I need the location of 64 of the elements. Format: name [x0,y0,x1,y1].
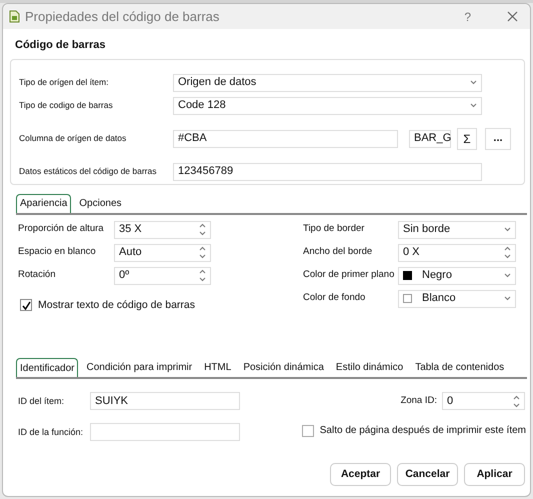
field-label: Color de primer plano [303,268,396,282]
text-field[interactable]: 123456789 [173,162,482,180]
document-icon [9,10,20,23]
tab[interactable]: Identificador [16,358,78,378]
text-field[interactable] [90,423,240,442]
field-label: Tipo de orígen del ítem: [18,76,110,89]
chevron-down-icon [504,273,511,278]
dialog-button[interactable]: Cancelar [397,463,458,486]
color-name: Negro [422,268,452,284]
checkbox[interactable] [302,424,314,437]
tab[interactable]: Condición para imprimir [82,358,196,378]
color-name: Blanco [422,291,456,306]
spin-box[interactable]: 0º [114,266,211,284]
tab[interactable]: HTML [200,358,236,378]
field-label: Color de fondo [303,291,366,306]
check-icon [22,300,30,310]
checkbox-label: Salto de página después de imprimir este ítem [320,424,526,438]
checkbox-label: Mostrar texto de código de barras [38,298,195,312]
more-button[interactable]: ... [485,128,511,150]
field-label: Espacio en blanco [18,245,97,260]
column-dropdown[interactable]: BAR_G [409,130,451,148]
text-field[interactable]: SUIYK [90,392,240,410]
spin-box[interactable]: 35 X [114,220,211,238]
field-label: Zona ID: [400,394,437,408]
checkbox[interactable] [20,299,32,312]
field-label: ID de la función: [18,426,84,438]
tab[interactable]: Tabla de contenidos [411,358,508,378]
close-icon[interactable] [507,11,518,22]
tab[interactable]: Apariencia [16,194,72,212]
spin-box[interactable]: 0 X [398,244,516,262]
help-button[interactable]: ? [464,8,471,26]
dropdown[interactable]: Code 128 [173,96,482,114]
spin-box[interactable]: 0 [442,392,525,410]
dropdown[interactable]: Origen de datos [173,74,482,92]
tab[interactable]: Opciones [75,194,126,212]
chevron-down-icon [504,227,511,232]
field-label: Tipo de border [303,222,366,236]
text-field[interactable]: #CBA [173,130,398,148]
chevron-down-icon [470,80,477,85]
chevron-down-icon [470,103,477,108]
sum-button[interactable]: Σ [457,128,477,150]
field-label: Proporción de altura [18,222,105,236]
spin-arrows-icon[interactable] [199,223,206,236]
field-label: ID del ítem: [18,394,66,408]
dropdown[interactable]: Sin borde [398,220,516,238]
dialog-button[interactable]: Aceptar [330,463,391,486]
field-label: Datos estáticos del código de barras [18,165,158,178]
field-label: Tipo de codigo de barras [18,99,114,112]
dialog-button[interactable]: Aplicar [464,463,525,486]
field-label: Columna de orígen de datos [18,132,128,145]
spin-arrows-icon[interactable] [504,246,511,259]
color-dropdown[interactable]: Blanco [398,290,516,308]
spin-arrows-icon[interactable] [199,269,206,282]
chevron-down-icon [504,296,511,301]
field-label: Rotación [18,268,56,282]
tab[interactable]: Estilo dinámico [332,358,408,378]
spin-box[interactable]: Auto [114,244,211,262]
window-title: Propiedades del código de barras [25,8,220,26]
section-title: Código de barras [15,38,106,53]
field-label: Ancho del borde [303,245,374,260]
tab[interactable]: Posición dinámica [239,358,328,378]
spin-arrows-icon[interactable] [513,394,520,408]
color-dropdown[interactable]: Negro [398,266,516,284]
spin-arrows-icon[interactable] [199,246,206,259]
